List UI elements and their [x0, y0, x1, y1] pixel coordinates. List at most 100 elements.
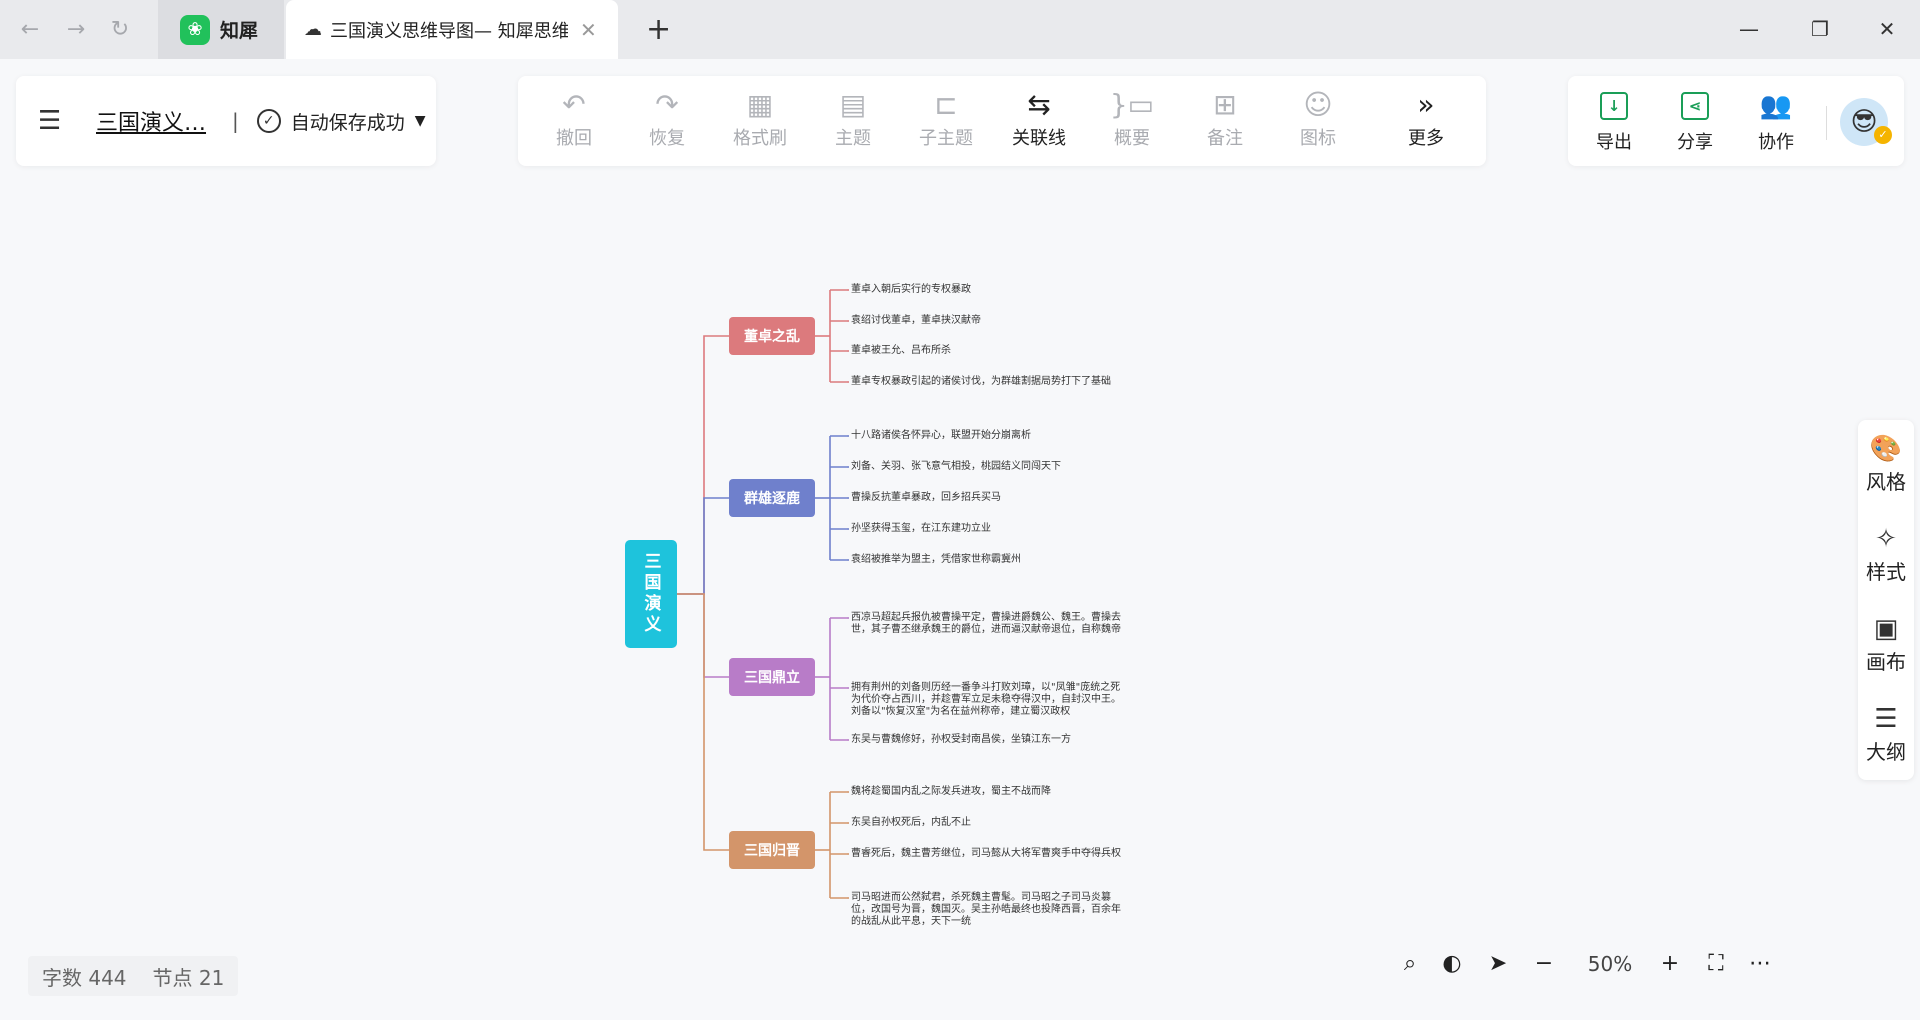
undo-icon: ↶: [562, 88, 586, 121]
document-tab[interactable]: ☁ 三国演义思维导图— 知犀思维导图 ✕: [286, 0, 618, 59]
collaborate-button[interactable]: 👥 协作: [1746, 88, 1806, 154]
title-bar: ← → ↻ ❀ 知犀 ☁ 三国演义思维导图— 知犀思维导图 ✕ + — ❐ ✕: [0, 0, 1920, 59]
menu-icon[interactable]: ☰: [38, 106, 68, 136]
undo-button[interactable]: ↶ 撤回: [536, 86, 612, 158]
new-tab-button[interactable]: +: [646, 12, 671, 47]
summary-label: 概要: [1114, 128, 1150, 149]
file-panel: ☰ 三国演义… | ✓ 自动保存成功 ▼: [16, 76, 436, 166]
mindmap-branch-node[interactable]: 三国归晋: [729, 831, 815, 869]
relation-line-label: 关联线: [1012, 128, 1066, 149]
mindmap-leaf-node[interactable]: 十八路诸侯各怀异心，联盟开始分崩离析: [851, 430, 1031, 442]
restore-icon[interactable]: ❐: [1805, 14, 1835, 44]
brush-icon: ▦: [746, 88, 774, 121]
mindmap-leaf-node[interactable]: 孙坚获得玉玺，在江东建功立业: [851, 523, 991, 535]
close-window-icon[interactable]: ✕: [1872, 14, 1902, 44]
app-logo-icon: ❀: [180, 14, 210, 45]
redo-label: 恢复: [649, 128, 685, 149]
note-icon: ⊞: [1213, 88, 1237, 121]
redo-icon: ↷: [655, 88, 679, 121]
share-button[interactable]: ⋖ 分享: [1665, 88, 1725, 154]
divider: |: [232, 109, 239, 133]
mindmap-leaf-node[interactable]: 董卓入朝后实行的专权暴政: [851, 284, 971, 296]
check-circle-icon: ✓: [256, 109, 281, 133]
mindmap-leaf-node[interactable]: 拥有荆州的刘备则历经一番争斗打败刘璋，以"凤雏"庞统之死为代价夺占西川，并趁曹军…: [851, 682, 1121, 718]
caret-down-icon[interactable]: ▼: [415, 113, 426, 129]
zoom-level[interactable]: 50%: [1580, 952, 1640, 976]
share-label: 分享: [1677, 132, 1713, 153]
relation-line-button[interactable]: ⇆ 关联线: [1001, 86, 1077, 158]
document-tab-title: 三国演义思维导图— 知犀思维导图: [330, 20, 568, 42]
word-count: 字数 444: [42, 965, 127, 990]
mindmap-branch-node[interactable]: 群雄逐鹿: [729, 479, 815, 517]
mindmap-leaf-node[interactable]: 魏将趁蜀国内乱之际发兵进攻，蜀主不战而降: [851, 786, 1051, 798]
icon-label: 图标: [1300, 128, 1336, 149]
mindmap-leaf-node[interactable]: 董卓专权暴政引起的诸侯讨伐，为群雄割据局势打下了基础: [851, 376, 1111, 388]
search-icon[interactable]: ⌕: [1396, 950, 1424, 978]
topic-label: 主题: [835, 128, 871, 149]
connector-line: [677, 593, 729, 678]
close-tab-icon[interactable]: ✕: [580, 18, 597, 42]
mindmap-leaf-node[interactable]: 东吴自孙权死后，内乱不止: [851, 817, 971, 829]
topic-button[interactable]: ▤ 主题: [815, 86, 891, 158]
note-button[interactable]: ⊞ 备注: [1187, 86, 1263, 158]
action-panel: ↓ 导出 ⋖ 分享 👥 协作 😎 ✓: [1568, 76, 1904, 166]
vip-badge-icon: ✓: [1874, 126, 1892, 144]
cloud-icon: ☁: [304, 19, 322, 40]
locate-icon[interactable]: ➤: [1484, 950, 1512, 978]
format-brush-label: 格式刷: [733, 128, 787, 149]
mindmap-root-node[interactable]: 三国演义: [625, 540, 677, 648]
people-icon: 👥: [1759, 91, 1793, 121]
zoom-in-button[interactable]: +: [1656, 950, 1684, 978]
save-status[interactable]: 自动保存成功: [291, 108, 405, 135]
mindmap-leaf-node[interactable]: 东吴与曹魏修好，孙权受封南昌侯，坐镇江东一方: [851, 734, 1071, 746]
node-count: 节点 21: [152, 965, 225, 990]
subtopic-button[interactable]: ⊏ 子主题: [908, 86, 984, 158]
mindmap-branch-node[interactable]: 三国鼎立: [729, 658, 815, 696]
subtopic-icon: ⊏: [934, 88, 958, 121]
export-button[interactable]: ↓ 导出: [1584, 88, 1644, 154]
reload-icon[interactable]: ↻: [106, 16, 134, 44]
zoom-out-button[interactable]: −: [1530, 950, 1558, 978]
redo-button[interactable]: ↷ 恢复: [629, 86, 705, 158]
zoom-bar: ⌕ ◐ ➤ − 50% + ⛶ ⋯: [1380, 944, 1780, 984]
forward-icon[interactable]: →: [62, 16, 90, 44]
file-title[interactable]: 三国演义…: [96, 105, 206, 137]
undo-label: 撤回: [556, 128, 592, 149]
app-tab[interactable]: ❀ 知犀: [158, 0, 284, 59]
smiley-icon: ☺: [1303, 88, 1333, 121]
subtopic-label: 子主题: [919, 128, 973, 149]
format-brush-button[interactable]: ▦ 格式刷: [722, 86, 798, 158]
more-options-icon[interactable]: ⋯: [1746, 950, 1774, 978]
more-button[interactable]: » 更多: [1388, 86, 1464, 158]
more-label: 更多: [1408, 128, 1444, 149]
mindmap-leaf-node[interactable]: 刘备、关羽、张飞意气相投，桃园结义同闯天下: [851, 461, 1061, 473]
mindmap-leaf-node[interactable]: 董卓被王允、吕布所杀: [851, 345, 951, 357]
mindmap-leaf-node[interactable]: 西凉马超起兵报仇被曹操平定，曹操进爵魏公、魏王。曹操去世，其子曹丕继承魏王的爵位…: [851, 612, 1121, 636]
collaborate-label: 协作: [1758, 132, 1794, 153]
mindmap-branch-node[interactable]: 董卓之乱: [729, 317, 815, 355]
share-icon: ⋖: [1681, 92, 1709, 120]
note-label: 备注: [1207, 128, 1243, 149]
mindmap-canvas[interactable]: 三国演义 董卓之乱 董卓入朝后实行的专权暴政 袁绍讨伐董卓，董卓挟汉献帝 董卓被王允、…: [0, 180, 1920, 940]
back-icon[interactable]: ←: [16, 16, 44, 44]
connector-line: [677, 335, 729, 595]
summary-icon: }▭: [1109, 88, 1155, 121]
mindmap-leaf-node[interactable]: 曹操反抗董卓暴政，回乡招兵买马: [851, 492, 1001, 504]
export-label: 导出: [1596, 132, 1632, 153]
icon-button[interactable]: ☺ 图标: [1280, 86, 1356, 158]
mindmap-leaf-node[interactable]: 袁绍被推举为盟主，凭借家世称霸冀州: [851, 554, 1021, 566]
minimize-icon[interactable]: —: [1734, 14, 1764, 44]
relation-line-icon: ⇆: [1027, 88, 1051, 121]
mindmap-leaf-node[interactable]: 曹睿死后，魏主曹芳继位，司马懿从大将军曹爽手中夺得兵权: [851, 848, 1121, 860]
status-bar: 字数 444 节点 21: [28, 956, 239, 996]
divider: [1826, 106, 1827, 140]
double-chevron-right-icon: »: [1417, 88, 1435, 121]
mindmap-leaf-node[interactable]: 袁绍讨伐董卓，董卓挟汉献帝: [851, 315, 981, 327]
download-icon: ↓: [1600, 92, 1628, 120]
mouse-mode-icon[interactable]: ◐: [1438, 950, 1466, 978]
mindmap-leaf-node[interactable]: 司马昭进而公然弑君，杀死魏主曹髦。司马昭之子司马炎篡位，改国号为晋，魏国灭。吴主…: [851, 892, 1121, 928]
toolbar: ↶ 撤回 ↷ 恢复 ▦ 格式刷 ▤ 主题 ⊏ 子主题 ⇆ 关联线 }▭ 概要 ⊞…: [518, 76, 1486, 166]
topic-icon: ▤: [839, 88, 867, 121]
summary-button[interactable]: }▭ 概要: [1094, 86, 1170, 158]
fit-screen-icon[interactable]: ⛶: [1702, 950, 1730, 978]
